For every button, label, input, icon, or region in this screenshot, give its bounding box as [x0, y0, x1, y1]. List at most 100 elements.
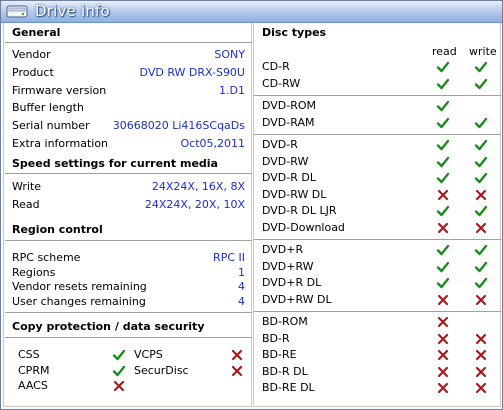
cross-icon — [475, 333, 487, 344]
cross-icon — [437, 333, 449, 344]
copy-protection-label: VCPS — [134, 348, 163, 361]
cross-icon — [475, 294, 487, 305]
disc-type-label: CD-R — [262, 60, 290, 73]
check-icon — [474, 78, 488, 89]
general-row: Product DVD RW DRX-S90U — [12, 66, 245, 82]
disc-group-separator — [254, 311, 501, 312]
disc-type-row: BD-ROM — [262, 315, 498, 331]
cross-icon — [475, 366, 487, 377]
check-icon — [436, 78, 450, 89]
check-icon — [474, 205, 488, 217]
disc-type-label: DVD-RW DL — [262, 187, 327, 201]
general-row: Vendor SONY — [12, 48, 245, 64]
disc-type-row: DVD+R — [262, 243, 498, 259]
speed-label: Read — [12, 197, 40, 211]
check-icon — [436, 117, 450, 128]
disc-type-row: DVD-R DL — [262, 171, 498, 187]
disc-type-row: CD-R — [262, 60, 498, 76]
speed-row: Read 24X24X, 20X, 10X — [12, 198, 245, 214]
check-icon — [474, 172, 488, 184]
general-label: Serial number — [12, 119, 90, 133]
general-label: Vendor — [12, 48, 51, 61]
disc-type-label: BD-RE — [262, 348, 297, 361]
cross-icon — [113, 380, 125, 392]
section-separator — [5, 173, 252, 174]
check-icon — [474, 61, 488, 73]
drive-info-window: Drive info General Vendor SONY Product DVD R… — [0, 0, 503, 410]
disc-type-row: DVD-RW DL — [262, 188, 498, 204]
check-icon — [436, 244, 450, 256]
disc-type-label: DVD-R DL — [262, 171, 316, 184]
region-label: Vendor resets remaining — [12, 280, 147, 293]
disc-type-label: BD-R DL — [262, 364, 308, 378]
cross-icon — [437, 222, 449, 233]
disc-type-row: DVD-R — [262, 138, 498, 154]
region-row: User changes remaining 4 — [12, 295, 245, 311]
disc-type-label: DVD-R — [262, 138, 298, 151]
disc-types-header: Disc types — [262, 26, 327, 39]
general-row: Buffer length — [12, 101, 245, 117]
disc-type-row: BD-R DL — [262, 365, 498, 381]
section-separator — [5, 42, 252, 43]
disc-type-row: DVD-Download — [262, 221, 498, 237]
disc-type-label: DVD-ROM — [262, 99, 317, 112]
general-label: Buffer length — [12, 101, 84, 115]
check-icon — [436, 100, 450, 112]
check-icon — [436, 205, 450, 217]
general-row: Extra information Oct05,2011 — [12, 137, 245, 153]
disc-type-label: DVD+R — [262, 243, 304, 256]
disc-type-row: BD-RE DL — [262, 381, 498, 397]
general-label: Product — [12, 65, 54, 79]
disc-type-label: DVD+RW — [262, 259, 314, 273]
read-column-header: read — [432, 45, 457, 58]
check-icon — [474, 277, 488, 289]
section-separator — [5, 312, 252, 313]
check-icon — [474, 139, 488, 151]
general-row: Firmware version 1.D1 — [12, 84, 245, 100]
disc-types-panel: Disc types read write CD-R CD-RW DVD-ROM DVD-R… — [253, 23, 501, 407]
region-header: Region control — [12, 223, 103, 236]
region-value: 1 — [238, 265, 245, 279]
disc-type-label: DVD-RAM — [262, 115, 315, 129]
section-separator — [5, 240, 252, 241]
write-column-header: write — [469, 45, 497, 58]
disc-group-separator — [254, 239, 501, 240]
region-label: User changes remaining — [12, 294, 146, 308]
check-icon — [474, 261, 488, 272]
general-value: DVD RW DRX-S90U — [139, 65, 245, 79]
disc-type-label: BD-ROM — [262, 315, 308, 328]
window-title: Drive info — [35, 2, 110, 20]
general-value: 1.D1 — [219, 83, 245, 97]
copy-protection-label: AACS — [18, 379, 48, 392]
speed-value: 24X24X, 20X, 10X — [144, 197, 245, 211]
region-label: Regions — [12, 265, 56, 279]
check-icon — [112, 365, 126, 377]
cross-icon — [437, 349, 449, 361]
disc-type-label: BD-R — [262, 331, 290, 345]
check-icon — [112, 349, 126, 361]
check-icon — [436, 139, 450, 151]
speed-value: 24X24X, 16X, 8X — [151, 180, 245, 193]
section-separator — [5, 337, 252, 338]
disc-type-row: DVD+R DL — [262, 276, 498, 292]
disc-type-row: CD-RW — [262, 77, 498, 93]
copy-protection-header: Copy protection / data security — [12, 320, 205, 333]
cross-icon — [437, 316, 449, 328]
cross-icon — [437, 366, 449, 377]
disc-group-separator — [254, 134, 501, 135]
left-panel: General Vendor SONY Product DVD RW DRX-S90U F… — [3, 23, 252, 407]
disc-type-label: CD-RW — [262, 76, 301, 90]
check-icon — [474, 244, 488, 256]
general-header: General — [12, 26, 61, 39]
check-icon — [436, 156, 450, 167]
check-icon — [436, 61, 450, 73]
disc-type-row: DVD-ROM — [262, 99, 498, 115]
check-icon — [474, 156, 488, 167]
disc-type-row: DVD-RW — [262, 155, 498, 171]
region-value: 4 — [238, 294, 245, 308]
disc-type-label: DVD+R DL — [262, 276, 322, 289]
disc-type-row: DVD-RAM — [262, 116, 498, 132]
region-label: RPC scheme — [12, 251, 81, 264]
cross-icon — [437, 294, 449, 305]
copy-protection-label: CSS — [18, 348, 40, 361]
